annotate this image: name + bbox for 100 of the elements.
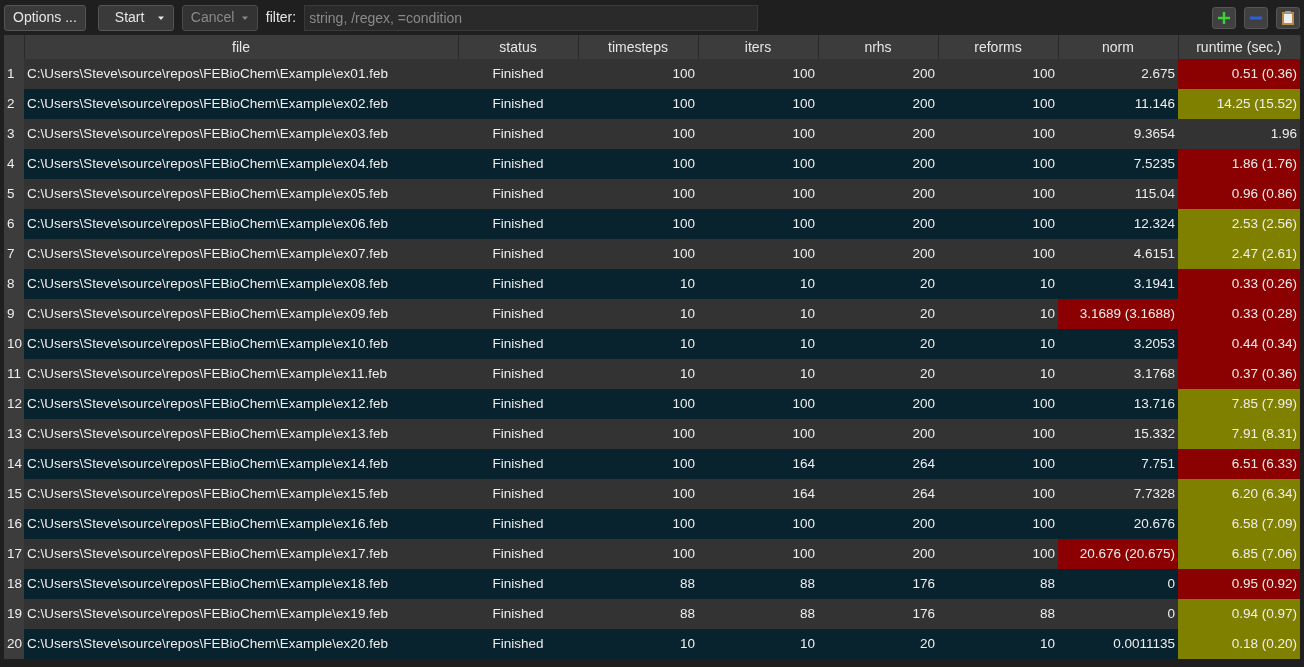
table-cell: 10	[938, 329, 1058, 359]
table-cell: C:\Users\Steve\source\repos\FEBioChem\Example\ex19.feb	[24, 599, 458, 629]
add-button[interactable]	[1212, 6, 1236, 29]
table-cell: C:\Users\Steve\source\repos\FEBioChem\Example\ex14.feb	[24, 449, 458, 479]
column-header[interactable]: nrhs	[818, 35, 938, 59]
table-cell: 200	[818, 59, 938, 89]
row-number: 18	[4, 569, 24, 599]
table-cell: 0.33 (0.26)	[1178, 269, 1300, 299]
table-cell: 200	[818, 149, 938, 179]
column-header[interactable]: status	[458, 35, 578, 59]
table-cell: 176	[818, 599, 938, 629]
table-cell: Finished	[458, 59, 578, 89]
remove-button[interactable]	[1244, 6, 1268, 29]
table-cell: 10	[938, 269, 1058, 299]
options-button[interactable]: Options ...	[4, 4, 86, 31]
column-header[interactable]: file	[24, 35, 458, 59]
table-cell: 10	[938, 359, 1058, 389]
table-cell: 0.0011135	[1058, 629, 1178, 659]
table-cell: 10	[578, 329, 698, 359]
row-number: 7	[4, 239, 24, 269]
table-cell: 10	[578, 359, 698, 389]
row-number: 1	[4, 59, 24, 89]
row-number: 12	[4, 389, 24, 419]
table-cell: 20.676	[1058, 509, 1178, 539]
table-cell: 3.1689 (3.1688)	[1058, 299, 1178, 329]
table-cell: 100	[698, 59, 818, 89]
table-cell: 0.33 (0.28)	[1178, 299, 1300, 329]
clipboard-button[interactable]	[1276, 6, 1300, 29]
table-cell: C:\Users\Steve\source\repos\FEBioChem\Example\ex13.feb	[24, 419, 458, 449]
row-number: 3	[4, 119, 24, 149]
column-header[interactable]: runtime (sec.)	[1178, 35, 1300, 59]
table-cell: C:\Users\Steve\source\repos\FEBioChem\Example\ex01.feb	[24, 59, 458, 89]
table-cell: 0.94 (0.97)	[1178, 599, 1300, 629]
table-cell: 0.51 (0.36)	[1178, 59, 1300, 89]
table-cell: 264	[818, 479, 938, 509]
table-cell: Finished	[458, 269, 578, 299]
table-cell: 10	[698, 269, 818, 299]
table-cell: 0	[1058, 599, 1178, 629]
start-button[interactable]: Start	[97, 4, 174, 31]
table-cell: 200	[818, 509, 938, 539]
table-cell: C:\Users\Steve\source\repos\FEBioChem\Example\ex18.feb	[24, 569, 458, 599]
table-cell: Finished	[458, 629, 578, 659]
table-cell: 6.85 (7.06)	[1178, 539, 1300, 569]
table-cell: 100	[938, 509, 1058, 539]
table-cell: 200	[818, 419, 938, 449]
table-cell: 13.716	[1058, 389, 1178, 419]
column-header[interactable]: iters	[698, 35, 818, 59]
table-cell: 100	[578, 419, 698, 449]
table-cell: 100	[938, 59, 1058, 89]
table-cell: 200	[818, 119, 938, 149]
table-cell: C:\Users\Steve\source\repos\FEBioChem\Example\ex15.feb	[24, 479, 458, 509]
table-cell: 6.20 (6.34)	[1178, 479, 1300, 509]
table-cell: 100	[578, 59, 698, 89]
table-cell: 100	[698, 419, 818, 449]
table-cell: C:\Users\Steve\source\repos\FEBioChem\Example\ex17.feb	[24, 539, 458, 569]
column-header[interactable]: reforms	[938, 35, 1058, 59]
table-cell: C:\Users\Steve\source\repos\FEBioChem\Example\ex02.feb	[24, 89, 458, 119]
table-cell: 0.95 (0.92)	[1178, 569, 1300, 599]
table-cell: C:\Users\Steve\source\repos\FEBioChem\Example\ex05.feb	[24, 179, 458, 209]
table-cell: Finished	[458, 299, 578, 329]
table-cell: 0.18 (0.20)	[1178, 629, 1300, 659]
table-cell: 10	[578, 299, 698, 329]
table-cell: 12.324	[1058, 209, 1178, 239]
table-cell: C:\Users\Steve\source\repos\FEBioChem\Example\ex11.feb	[24, 359, 458, 389]
plus-icon	[1217, 10, 1231, 25]
column-header[interactable]: timesteps	[578, 35, 698, 59]
table-cell: 10	[698, 329, 818, 359]
table-cell: C:\Users\Steve\source\repos\FEBioChem\Example\ex16.feb	[24, 509, 458, 539]
table-cell: 3.1941	[1058, 269, 1178, 299]
row-number: 17	[4, 539, 24, 569]
row-number: 2	[4, 89, 24, 119]
table-cell: 100	[938, 479, 1058, 509]
column-header[interactable]: norm	[1058, 35, 1178, 59]
row-number: 19	[4, 599, 24, 629]
table-cell: 100	[938, 179, 1058, 209]
table-cell: Finished	[458, 509, 578, 539]
row-number: 9	[4, 299, 24, 329]
table-cell: 100	[578, 449, 698, 479]
row-number: 8	[4, 269, 24, 299]
table-cell: 14.25 (15.52)	[1178, 89, 1300, 119]
table-cell: 100	[698, 149, 818, 179]
table-cell: 7.91 (8.31)	[1178, 419, 1300, 449]
table-cell: 0.44 (0.34)	[1178, 329, 1300, 359]
filter-field[interactable]: string, /regex, =condition	[304, 4, 759, 31]
table-cell: 100	[698, 89, 818, 119]
table-cell: 264	[818, 449, 938, 479]
table-cell: Finished	[458, 149, 578, 179]
table-cell: 100	[698, 539, 818, 569]
table-cell: C:\Users\Steve\source\repos\FEBioChem\Example\ex04.feb	[24, 149, 458, 179]
row-number: 11	[4, 359, 24, 389]
table-cell: 88	[698, 569, 818, 599]
table-cell: 100	[938, 449, 1058, 479]
table-cell: 6.51 (6.33)	[1178, 449, 1300, 479]
table-cell: 11.146	[1058, 89, 1178, 119]
table-cell: Finished	[458, 419, 578, 449]
table-cell: 10	[938, 299, 1058, 329]
table-cell: 100	[578, 389, 698, 419]
table-cell: 10	[578, 269, 698, 299]
table-cell: 20	[818, 629, 938, 659]
table-cell: Finished	[458, 89, 578, 119]
